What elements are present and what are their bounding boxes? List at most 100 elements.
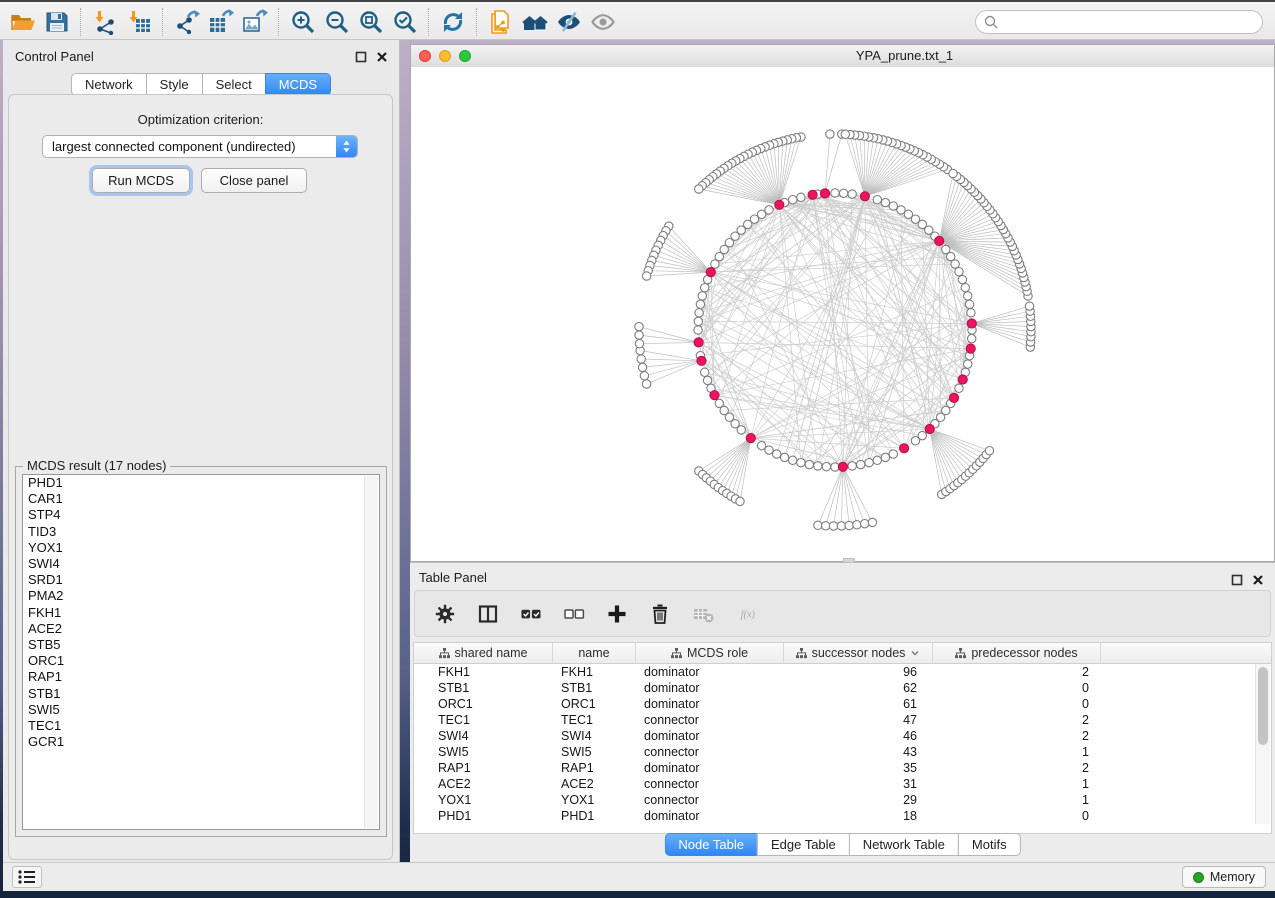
mcds-result-item[interactable]: PMA2 (23, 588, 379, 604)
close-panel-button[interactable]: Close panel (201, 168, 307, 193)
minimize-window-icon[interactable] (439, 50, 451, 62)
mcds-result-item[interactable]: CAR1 (23, 491, 379, 507)
close-table-panel-icon[interactable] (1251, 573, 1264, 586)
mcds-result-item[interactable]: SWI4 (23, 556, 379, 572)
mcds-result-item[interactable]: STP4 (23, 507, 379, 523)
optimization-criterion-select[interactable]: largest connected component (undirected) (42, 135, 358, 158)
tab-select[interactable]: Select (202, 73, 266, 96)
zoom-out-button[interactable] (320, 7, 354, 37)
cell: 0 (933, 697, 1101, 711)
network-window-titlebar[interactable]: YPA_prune.txt_1 (411, 45, 1274, 68)
import-table-button[interactable] (122, 7, 156, 37)
table-row[interactable]: YOX1YOX1connector291 (414, 792, 1271, 808)
mcds-result-item[interactable]: ORC1 (23, 653, 379, 669)
mcds-result-item[interactable]: RAP1 (23, 669, 379, 685)
table-settings-button[interactable] (432, 602, 458, 626)
cell: dominator (636, 665, 784, 679)
mcds-result-item[interactable]: STB5 (23, 637, 379, 653)
search-input[interactable] (975, 10, 1263, 34)
cell: STB1 (553, 681, 636, 695)
table-row[interactable]: SWI4SWI4dominator462 (414, 728, 1271, 744)
column-header-successor-nodes[interactable]: successor nodes (784, 643, 933, 663)
table-row[interactable]: FKH1FKH1dominator962 (414, 664, 1271, 680)
splitter-handle[interactable] (843, 558, 855, 563)
show-columns-button[interactable] (475, 602, 501, 626)
mcds-result-item[interactable]: STB1 (23, 686, 379, 702)
mcds-result-item[interactable]: TEC1 (23, 718, 379, 734)
close-window-icon[interactable] (419, 50, 431, 62)
table-panel-tabs: Node TableEdge TableNetwork TableMotifs (664, 833, 1020, 856)
deselect-all-rows-button[interactable] (561, 602, 587, 626)
tab-node-table[interactable]: Node Table (664, 833, 758, 856)
column-header-predecessor-nodes[interactable]: predecessor nodes (933, 643, 1101, 663)
mcds-result-item[interactable]: PHD1 (23, 475, 379, 491)
save-session-button[interactable] (40, 7, 74, 37)
zoom-in-button[interactable] (286, 7, 320, 37)
tab-mcds[interactable]: MCDS (265, 73, 331, 96)
table-scrollbar[interactable] (1255, 664, 1270, 824)
column-header-name[interactable]: name (553, 643, 636, 663)
table-row[interactable]: STB1STB1dominator620 (414, 680, 1271, 696)
open-file-button[interactable] (6, 7, 40, 37)
tab-style[interactable]: Style (146, 73, 203, 96)
first-neighbors-button[interactable] (518, 7, 552, 37)
table-row[interactable]: SWI5SWI5connector431 (414, 744, 1271, 760)
mcds-result-item[interactable]: FKH1 (23, 605, 379, 621)
table-row[interactable]: ORC1ORC1dominator610 (414, 696, 1271, 712)
search-icon (983, 14, 999, 30)
mcds-tab-content: Optimization criterion: largest connecte… (8, 94, 393, 860)
cell: 2 (933, 729, 1101, 743)
mcds-result-item[interactable]: SRD1 (23, 572, 379, 588)
cell: ORC1 (414, 697, 553, 711)
show-all-button[interactable] (586, 7, 620, 37)
table-scrollbar-thumb[interactable] (1258, 667, 1268, 745)
apply-layout-button[interactable] (436, 7, 470, 37)
memory-button[interactable]: Memory (1182, 866, 1266, 888)
zoom-fit-button[interactable] (354, 7, 388, 37)
add-column-button[interactable] (604, 602, 630, 626)
tab-network[interactable]: Network (71, 73, 147, 96)
cell: connector (636, 713, 784, 727)
table-row[interactable]: TEC1TEC1connector472 (414, 712, 1271, 728)
mcds-result-item[interactable]: TID3 (23, 524, 379, 540)
maximize-window-icon[interactable] (459, 50, 471, 62)
column-header-filler (1101, 643, 1271, 663)
cell: dominator (636, 729, 784, 743)
tab-network-table[interactable]: Network Table (849, 833, 959, 856)
cell: 62 (784, 681, 933, 695)
cell: SWI5 (553, 745, 636, 759)
run-mcds-button[interactable]: Run MCDS (92, 168, 190, 193)
mcds-result-item[interactable]: ACE2 (23, 621, 379, 637)
tab-edge-table[interactable]: Edge Table (757, 833, 850, 856)
float-table-panel-icon[interactable] (1230, 573, 1243, 586)
export-table-button[interactable] (204, 7, 238, 37)
table-row[interactable]: ACE2ACE2connector311 (414, 776, 1271, 792)
tab-motifs[interactable]: Motifs (958, 833, 1021, 856)
column-header-MCDS-role[interactable]: MCDS role (636, 643, 784, 663)
export-network-button[interactable] (170, 7, 204, 37)
select-all-rows-button[interactable] (518, 602, 544, 626)
column-header-shared-name[interactable]: shared name (414, 643, 553, 663)
close-panel-icon[interactable] (375, 50, 388, 63)
task-history-button[interactable] (12, 866, 42, 888)
export-image-button[interactable] (238, 7, 272, 37)
float-panel-icon[interactable] (354, 50, 367, 63)
cell: ORC1 (553, 697, 636, 711)
hide-selected-button[interactable] (552, 7, 586, 37)
cell: ACE2 (414, 777, 553, 791)
toolbar-separator (476, 8, 478, 36)
mcds-result-item[interactable]: SWI5 (23, 702, 379, 718)
cell: 46 (784, 729, 933, 743)
mcds-result-item[interactable]: GCR1 (23, 734, 379, 750)
table-row[interactable]: RAP1RAP1dominator352 (414, 760, 1271, 776)
import-network-button[interactable] (88, 7, 122, 37)
network-canvas[interactable] (411, 67, 1274, 561)
zoom-selected-button[interactable] (388, 7, 422, 37)
mcds-result-item[interactable]: YOX1 (23, 540, 379, 556)
table-row[interactable]: PHD1PHD1dominator180 (414, 808, 1271, 824)
delete-column-button[interactable] (647, 602, 673, 626)
network-graph[interactable] (411, 67, 1274, 561)
mcds-list-scrollbar[interactable] (364, 476, 378, 828)
new-network-from-selection-button[interactable] (484, 7, 518, 37)
cell: 2 (933, 761, 1101, 775)
